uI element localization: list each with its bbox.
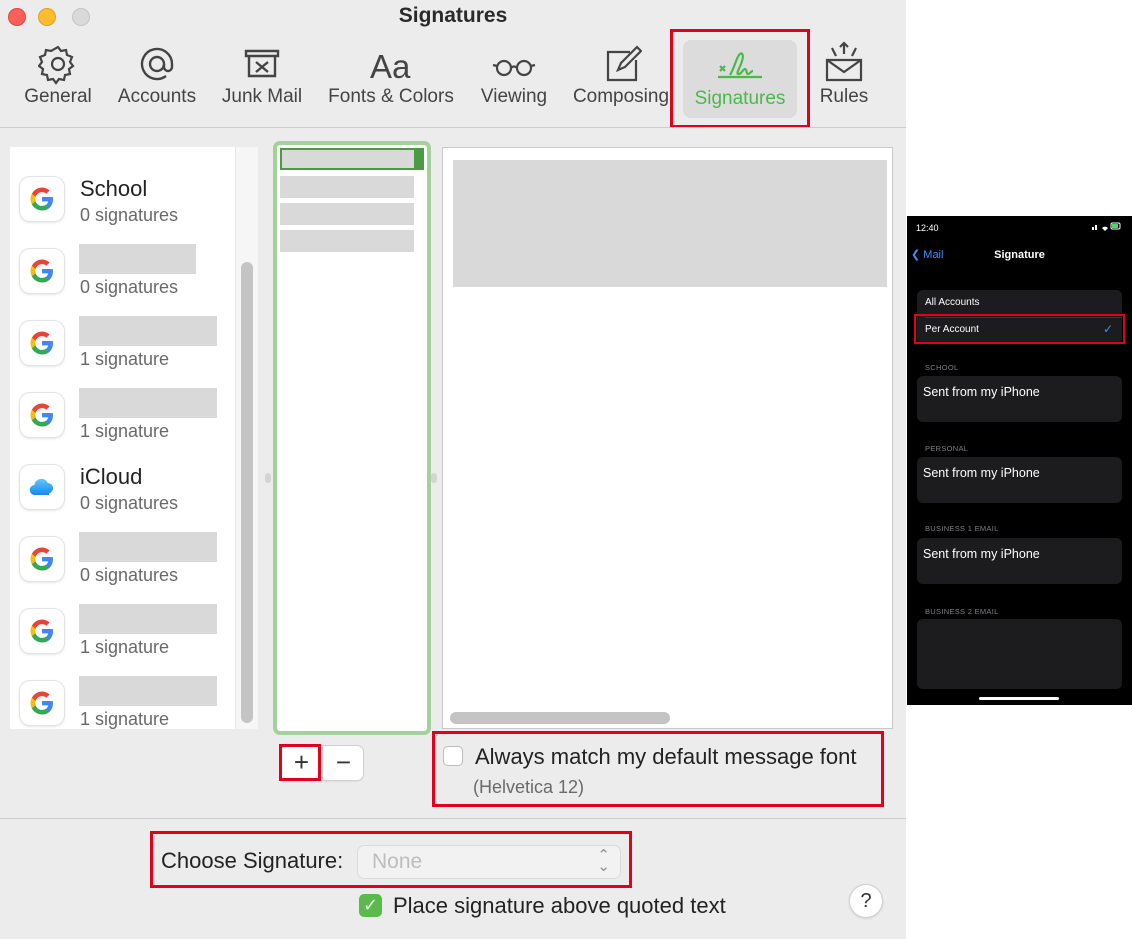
toolbar-general-label: General <box>24 86 92 107</box>
toolbar-rules[interactable]: Rules <box>816 38 872 108</box>
pane-splitter[interactable] <box>431 473 437 483</box>
help-button[interactable]: ? <box>850 885 882 917</box>
account-item[interactable]: 0 signatures <box>10 520 238 592</box>
status-icons <box>1092 222 1122 233</box>
section-header: BUSINESS 1 EMAIL <box>925 524 999 533</box>
iphone-signature-screen: 12:40 ❮ Mail Signature All Accounts Per … <box>907 216 1132 705</box>
toolbar-fonts-colors-label: Fonts & Colors <box>328 86 454 107</box>
remove-signature-button[interactable]: − <box>322 746 364 780</box>
toolbar-accounts-label: Accounts <box>117 86 197 107</box>
highlight-signatures-tab <box>670 29 810 128</box>
account-item[interactable]: 1 signature <box>10 376 238 448</box>
signature-preview-content <box>453 160 887 287</box>
junk-tray-icon <box>244 49 280 78</box>
toolbar-fonts-colors[interactable]: Aa Fonts & Colors <box>324 38 458 108</box>
google-icon <box>20 681 64 725</box>
signature-item[interactable] <box>280 230 414 252</box>
toolbar-junk-mail-label: Junk Mail <box>221 86 303 107</box>
toolbar-composing-label: Composing <box>572 86 670 107</box>
signature-item-selected[interactable] <box>280 148 424 170</box>
signature-item[interactable] <box>280 203 414 225</box>
envelope-rules-icon <box>825 41 863 82</box>
signature-text: Sent from my iPhone <box>923 466 1040 480</box>
section-header: BUSINESS 2 EMAIL <box>925 607 999 616</box>
signature-count: 0 signatures <box>80 565 179 585</box>
toolbar-junk-mail[interactable]: Junk Mail <box>218 38 306 108</box>
redacted-account-name <box>79 676 217 706</box>
compose-icon <box>606 45 642 82</box>
google-icon <box>20 321 64 365</box>
accounts-list[interactable]: School 0 signatures 0 signatures 1 signa… <box>10 147 258 729</box>
highlight-font-option <box>432 731 884 807</box>
signature-text: Sent from my iPhone <box>923 385 1040 399</box>
pane-splitter[interactable] <box>265 473 271 483</box>
account-item[interactable]: 0 signatures <box>10 232 238 304</box>
signature-text-field[interactable]: Sent from my iPhone <box>917 457 1122 503</box>
gear-icon <box>38 45 75 85</box>
window-title: Signatures <box>398 4 508 27</box>
icloud-icon <box>20 465 64 509</box>
signature-count: 1 signature <box>80 637 170 657</box>
account-item[interactable]: 1 signature <box>10 304 238 376</box>
signature-text-field[interactable] <box>917 619 1122 689</box>
redacted-account-name <box>79 316 217 346</box>
signature-text-field[interactable]: Sent from my iPhone <box>917 538 1122 584</box>
toolbar-composing[interactable]: Composing <box>570 38 672 108</box>
highlight-per-account <box>914 314 1125 344</box>
svg-text:Aa: Aa <box>370 48 411 85</box>
status-time: 12:40 <box>916 223 939 233</box>
toolbar-rules-label: Rules <box>819 86 869 107</box>
section-header: SCHOOL <box>925 363 959 372</box>
signature-count: 1 signature <box>80 421 170 441</box>
signature-count: 0 signatures <box>80 493 179 513</box>
highlight-choose-signature <box>150 831 632 888</box>
editor-scrollbar[interactable] <box>450 712 670 724</box>
google-icon <box>20 609 64 653</box>
place-above-label: Place signature above quoted text <box>393 893 726 918</box>
account-item[interactable]: iCloud 0 signatures <box>10 448 238 520</box>
account-item[interactable]: School 0 signatures <box>10 160 238 232</box>
google-icon <box>20 177 64 221</box>
toolbar-viewing-label: Viewing <box>480 86 548 107</box>
redacted-account-name <box>79 388 217 418</box>
account-item[interactable]: 1 signature <box>10 592 238 664</box>
toolbar-viewing[interactable]: Viewing <box>476 38 552 108</box>
signature-count: 0 signatures <box>80 205 179 225</box>
signature-count: 0 signatures <box>80 277 179 297</box>
account-name: School <box>80 176 148 201</box>
bottom-divider <box>0 818 906 819</box>
account-name: iCloud <box>80 464 143 489</box>
toolbar-divider <box>0 127 906 128</box>
google-icon <box>20 393 64 437</box>
signature-count: 1 signature <box>80 709 170 729</box>
at-icon <box>140 47 174 81</box>
signature-text-field[interactable]: Sent from my iPhone <box>917 376 1122 422</box>
redacted-account-name <box>79 604 217 634</box>
aa-text-icon: Aa <box>370 48 411 85</box>
signature-item[interactable] <box>280 176 414 198</box>
accounts-scrollbar-thumb[interactable] <box>241 262 253 723</box>
signature-text: Sent from my iPhone <box>923 547 1040 561</box>
mail-settings-window: Signatures General Accounts Junk Mail Aa… <box>0 0 906 939</box>
option-all-accounts[interactable]: All Accounts <box>925 297 979 308</box>
toolbar-general[interactable]: General <box>22 38 94 108</box>
section-header: PERSONAL <box>925 444 969 453</box>
redacted-account-name <box>79 532 217 562</box>
redacted-account-name <box>79 244 196 274</box>
glasses-icon <box>492 59 536 77</box>
google-icon <box>20 249 64 293</box>
google-icon <box>20 537 64 581</box>
place-above-checkbox[interactable]: ✓ <box>359 894 382 917</box>
signature-count: 1 signature <box>80 349 170 369</box>
highlight-add-button <box>279 744 321 781</box>
account-item[interactable]: 1 signature <box>10 664 238 736</box>
toolbar-accounts[interactable]: Accounts <box>114 38 200 108</box>
screen-title: Signature <box>994 249 1045 261</box>
home-indicator <box>979 697 1059 700</box>
